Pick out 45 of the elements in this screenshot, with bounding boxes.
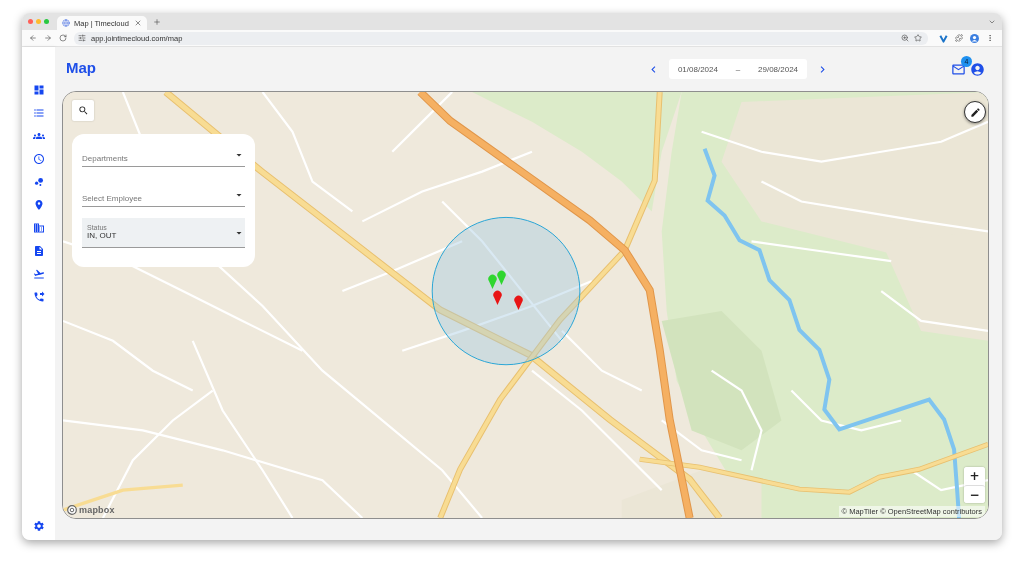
logo-mark-icon xyxy=(67,505,77,515)
settings-icon[interactable] xyxy=(32,520,45,532)
page-title: Map xyxy=(66,59,96,76)
v-extension-icon[interactable] xyxy=(939,33,948,43)
close-tab-icon[interactable] xyxy=(134,19,142,27)
site-icon xyxy=(62,19,70,27)
search-button[interactable] xyxy=(72,100,94,121)
clock-icon[interactable] xyxy=(32,153,45,165)
date-separator: – xyxy=(735,64,741,74)
close-window-icon[interactable] xyxy=(28,19,33,24)
location-pin-icon[interactable] xyxy=(32,199,45,211)
search-icon xyxy=(77,105,89,116)
select-field[interactable]: Departments xyxy=(82,145,245,167)
menu-icon[interactable] xyxy=(986,34,994,42)
dots-icon[interactable] xyxy=(32,176,45,188)
extensions-icon[interactable] xyxy=(955,34,963,42)
end-date: 29/08/2024 xyxy=(758,64,799,74)
field-value: IN, OUT xyxy=(87,231,118,242)
back-icon[interactable] xyxy=(29,34,37,42)
people-icon[interactable] xyxy=(32,130,45,142)
pencil-icon xyxy=(969,106,981,118)
map-pin-icon[interactable] xyxy=(514,295,523,310)
list-icon[interactable] xyxy=(32,107,45,119)
account-icon[interactable] xyxy=(970,61,985,77)
document-icon[interactable] xyxy=(32,245,45,257)
placeholder-text: Departments xyxy=(82,154,128,163)
logo-text: mapbox xyxy=(79,505,115,515)
new-tab-icon[interactable] xyxy=(153,17,161,26)
start-date: 01/08/2024 xyxy=(677,64,718,74)
date-range-picker[interactable]: 01/08/2024 – 29/08/2024 xyxy=(669,59,807,79)
site-settings-icon[interactable] xyxy=(78,34,86,42)
select-field[interactable]: Select Employee xyxy=(82,185,245,207)
placeholder-text: Select Employee xyxy=(82,194,143,203)
map-pin-icon[interactable] xyxy=(493,290,502,305)
phone-icon[interactable] xyxy=(32,291,45,303)
forward-icon[interactable] xyxy=(44,34,52,42)
reload-icon[interactable] xyxy=(59,34,67,42)
zoom-icon[interactable] xyxy=(901,34,909,42)
zoom-out-button[interactable]: − xyxy=(964,485,985,503)
dashboard-icon[interactable] xyxy=(32,84,45,96)
bookmark-star-icon[interactable] xyxy=(914,34,922,42)
building-icon[interactable] xyxy=(32,222,45,234)
profile-avatar-icon[interactable] xyxy=(970,33,979,43)
airplane-icon[interactable] xyxy=(32,268,45,280)
zoom-in-button[interactable]: + xyxy=(964,467,985,485)
